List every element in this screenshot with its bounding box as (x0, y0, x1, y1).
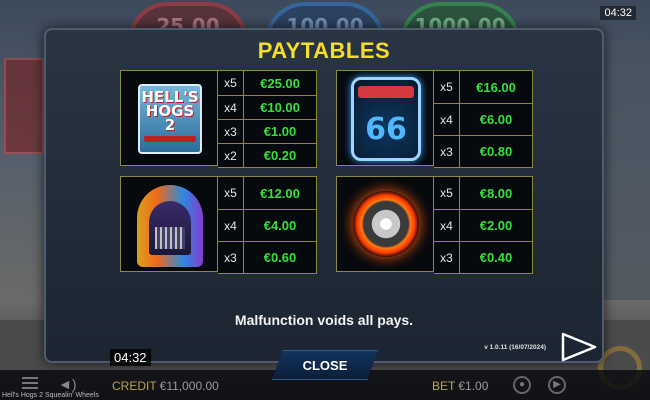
pay-multiplier: x5 (218, 177, 244, 209)
play-triangle-icon (561, 332, 597, 362)
symbol-cell: 66 (336, 70, 434, 166)
pay-row: x5 €16.00 (434, 71, 532, 103)
game-title: Hell's Hogs 2 Squealin' Wheels (2, 392, 99, 399)
pay-row: x5 €8.00 (434, 177, 532, 209)
pay-value: €1.00 (244, 120, 316, 143)
background-building (602, 40, 650, 300)
bet-label: BET (432, 379, 456, 393)
pay-multiplier: x3 (218, 120, 244, 143)
clock-top: 04:32 (600, 6, 636, 20)
pay-table: x5 €8.00 x4 €2.00 x3 €0.40 (434, 176, 533, 274)
hells-hogs-logo-icon: HELL'S HOGS 2 (138, 84, 202, 154)
paytable-card-wheel: x5 €8.00 x4 €2.00 x3 €0.40 (336, 176, 533, 274)
pay-multiplier: x4 (434, 104, 460, 135)
pay-multiplier: x5 (434, 177, 460, 209)
pay-value: €0.80 (460, 136, 532, 167)
pay-value: €0.20 (244, 144, 316, 167)
malfunction-notice: Malfunction voids all pays. (234, 312, 414, 328)
pay-multiplier: x4 (434, 210, 460, 241)
paytable-card-route66: 66 x5 €16.00 x4 €6.00 x3 €0.80 (336, 70, 533, 168)
pay-table: x5 €16.00 x4 €6.00 x3 €0.80 (434, 70, 533, 168)
pay-row: x5 €12.00 (218, 177, 316, 209)
credit-label: CREDIT (112, 379, 157, 393)
pay-multiplier: x4 (218, 96, 244, 119)
pay-multiplier: x2 (218, 144, 244, 167)
pay-row: x3 €0.60 (218, 241, 316, 273)
pay-value: €0.40 (460, 242, 532, 273)
pay-row: x4 €6.00 (434, 103, 532, 135)
pay-table: x5 €12.00 x4 €4.00 x3 €0.60 (218, 176, 317, 274)
symbol-cell (336, 176, 434, 272)
clock-bottom: 04:32 (110, 349, 151, 366)
speaker-icon[interactable]: ◄) (58, 376, 77, 392)
coin-stack-icon[interactable]: ● (513, 376, 531, 394)
pay-multiplier: x3 (434, 242, 460, 273)
pay-row: x3 €0.40 (434, 241, 532, 273)
next-page-button[interactable] (560, 332, 598, 367)
pay-table: x5 €25.00 x4 €10.00 x3 €1.00 x2 €0.20 (218, 70, 317, 168)
flaming-wheel-icon (353, 191, 419, 257)
jukebox-icon (137, 185, 203, 267)
pay-value: €25.00 (244, 71, 316, 95)
close-button[interactable]: CLOSE (272, 350, 378, 380)
autoplay-icon[interactable]: ▶ (548, 376, 566, 394)
pay-value: €12.00 (244, 177, 316, 209)
pay-row: x3 €0.80 (434, 135, 532, 167)
version-label: v 1.0.11 (16/07/2024) (484, 344, 546, 351)
shield-number: 66 (365, 112, 407, 147)
pay-multiplier: x5 (434, 71, 460, 103)
pay-row: x4 €4.00 (218, 209, 316, 241)
pay-row: x4 €2.00 (434, 209, 532, 241)
symbol-cell (120, 176, 218, 272)
pay-row: x3 €1.00 (218, 119, 316, 143)
symbol-cell: HELL'S HOGS 2 (120, 70, 218, 166)
pay-row: x4 €10.00 (218, 95, 316, 119)
pay-row: x5 €25.00 (218, 71, 316, 95)
pay-multiplier: x5 (218, 71, 244, 95)
pay-value: €10.00 (244, 96, 316, 119)
route-66-shield-icon: 66 (351, 77, 421, 161)
menu-icon[interactable] (22, 377, 38, 389)
background-logo-sign (4, 58, 44, 154)
paytable-card-logo: HELL'S HOGS 2 x5 €25.00 x4 €10.00 x3 €1.00 x… (120, 70, 317, 168)
paytable-panel: PAYTABLES HELL'S HOGS 2 x5 €25.00 x4 €10.00… (44, 28, 604, 363)
pay-multiplier: x3 (218, 242, 244, 273)
credit-display: CREDIT €11,000.00 (112, 379, 219, 393)
bet-display: BET €1.00 (432, 379, 488, 393)
pay-value: €6.00 (460, 104, 532, 135)
logo-text-line-2: HOGS 2 (145, 102, 195, 134)
paytable-card-jukebox: x5 €12.00 x4 €4.00 x3 €0.60 (120, 176, 317, 274)
pay-value: €8.00 (460, 177, 532, 209)
pay-multiplier: x4 (218, 210, 244, 241)
panel-title: PAYTABLES (257, 38, 391, 63)
pay-value: €2.00 (460, 210, 532, 241)
pay-value: €16.00 (460, 71, 532, 103)
credit-value: €11,000.00 (159, 379, 219, 393)
pay-value: €4.00 (244, 210, 316, 241)
pay-value: €0.60 (244, 242, 316, 273)
pay-row: x2 €0.20 (218, 143, 316, 167)
pay-multiplier: x3 (434, 136, 460, 167)
bet-value: €1.00 (458, 379, 489, 393)
